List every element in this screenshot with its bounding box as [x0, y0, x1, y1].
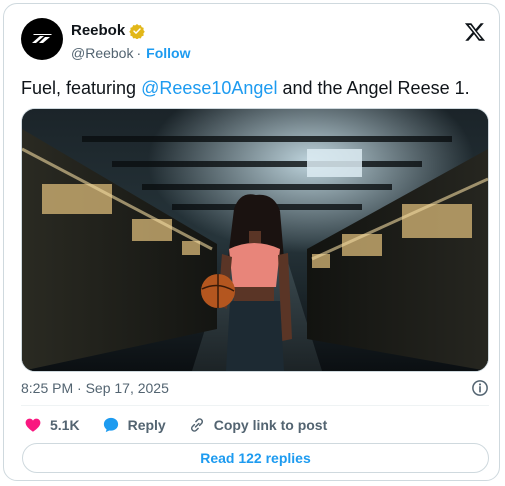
- tweet-timestamp[interactable]: 8:25 PM · Sep 17, 2025: [21, 380, 169, 396]
- like-count: 5.1K: [50, 417, 80, 433]
- link-icon: [190, 418, 203, 432]
- follow-link[interactable]: Follow: [146, 45, 190, 61]
- copy-link-button[interactable]: Copy link to post: [188, 416, 328, 434]
- handle-separator: ·: [136, 45, 142, 61]
- mention-link[interactable]: @Reese10Angel: [141, 78, 277, 98]
- tweet-text: Fuel, featuring @Reese10Angel and the An…: [21, 76, 470, 100]
- like-button[interactable]: 5.1K: [24, 416, 80, 434]
- reply-icon: [103, 417, 118, 433]
- info-icon[interactable]: [471, 379, 489, 397]
- avatar[interactable]: [21, 18, 63, 60]
- heart-icon: [25, 418, 41, 432]
- tweet-text-end: and the Angel Reese 1.: [277, 78, 470, 98]
- handle-row: @Reebok · Follow: [71, 45, 190, 61]
- verified-badge-icon: [129, 23, 145, 39]
- read-replies-button[interactable]: Read 122 replies: [22, 443, 489, 473]
- author-name[interactable]: Reebok: [71, 22, 125, 39]
- reply-button[interactable]: Reply: [102, 416, 166, 434]
- reply-label: Reply: [127, 417, 166, 433]
- subway-photo: [22, 109, 488, 371]
- author-handle[interactable]: @Reebok: [71, 45, 133, 61]
- tweet-text-start: Fuel, featuring: [21, 78, 142, 98]
- x-logo-icon[interactable]: [464, 21, 486, 43]
- tweet-media-image[interactable]: [21, 108, 489, 372]
- copy-link-label: Copy link to post: [213, 417, 328, 433]
- reebok-logo-icon: [32, 34, 52, 43]
- action-bar: 5.1K Reply Copy link to post: [24, 416, 349, 434]
- divider: [21, 405, 489, 406]
- author-name-row: Reebok: [71, 22, 145, 39]
- tweet-card: Reebok @Reebok · Follow Fuel, featuring …: [3, 3, 500, 481]
